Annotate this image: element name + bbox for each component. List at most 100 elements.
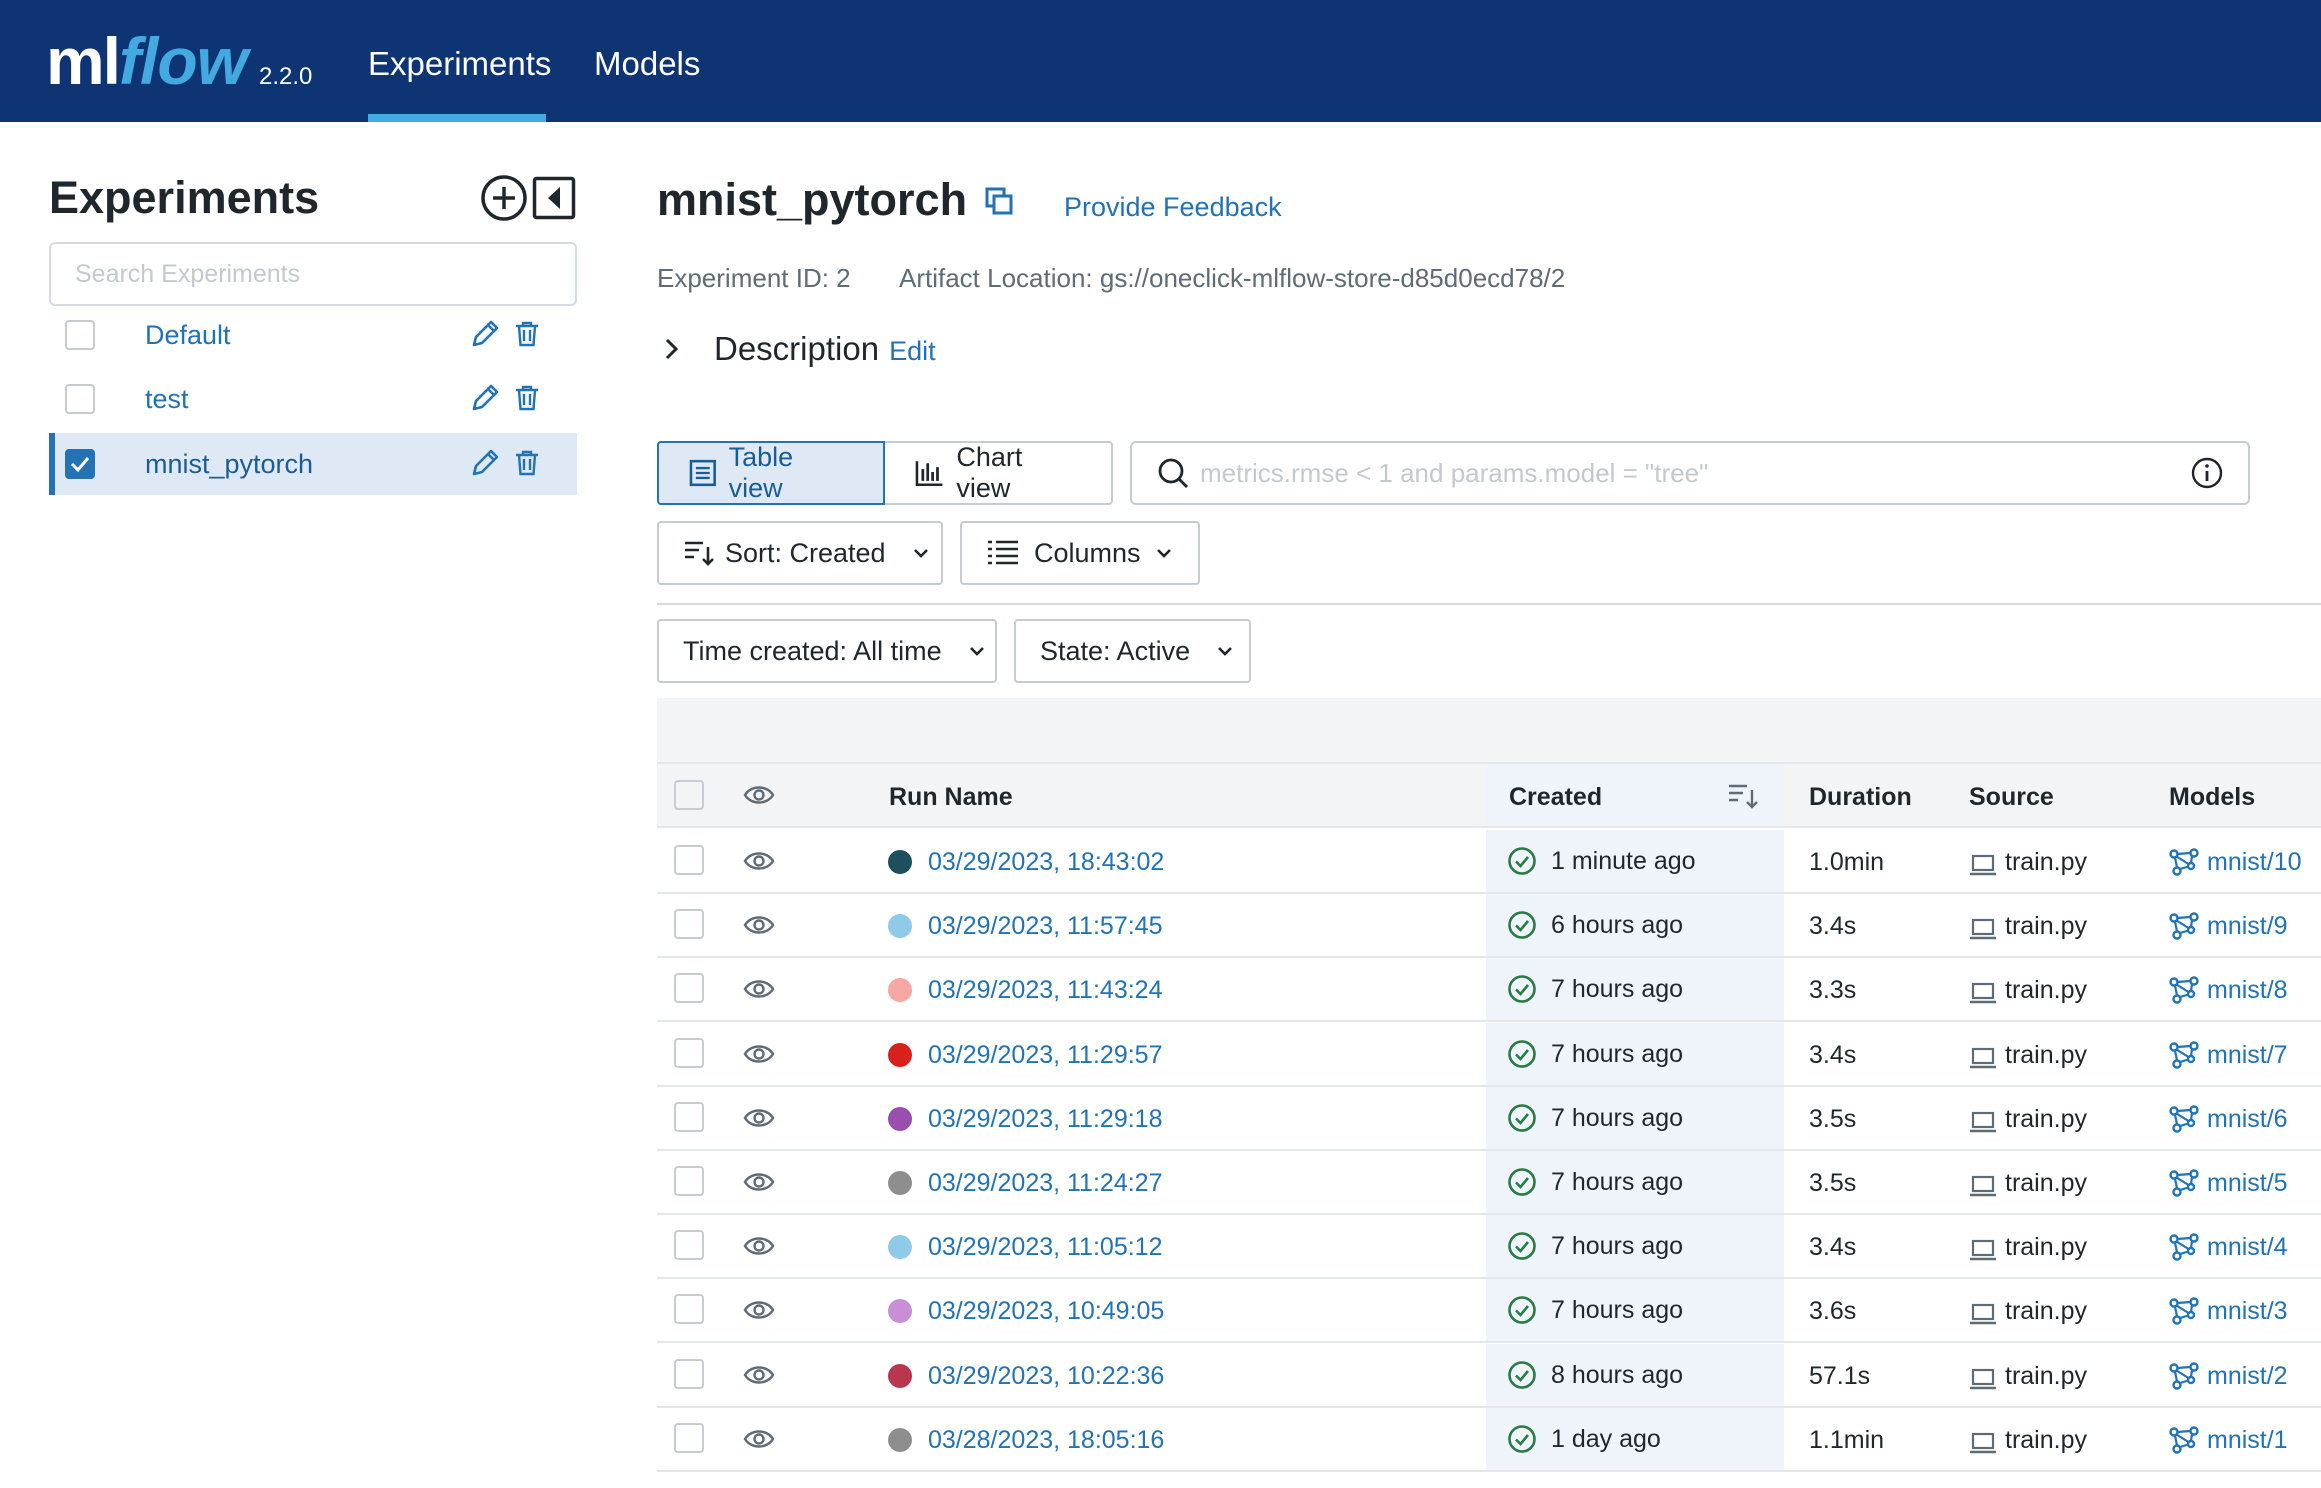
source-text[interactable]: train.py bbox=[2005, 1040, 2087, 1070]
chart-view-button[interactable]: Chart view bbox=[885, 441, 1113, 505]
table-row[interactable]: 03/29/2023, 10:49:05 7 hours ago 3.6s train… bbox=[657, 1279, 2321, 1344]
table-view-button[interactable]: Table view bbox=[657, 441, 885, 505]
info-icon[interactable] bbox=[2190, 456, 2224, 490]
column-header-source[interactable]: Source bbox=[1969, 782, 2054, 812]
trash-icon[interactable] bbox=[514, 449, 540, 477]
source-text[interactable]: train.py bbox=[2005, 911, 2087, 941]
source-text[interactable]: train.py bbox=[2005, 1168, 2087, 1198]
search-experiments-input[interactable] bbox=[49, 242, 577, 306]
source-text[interactable]: train.py bbox=[2005, 1104, 2087, 1134]
state-dropdown[interactable]: State: Active bbox=[1014, 619, 1251, 683]
run-name-link[interactable]: 03/29/2023, 10:49:05 bbox=[928, 1296, 1164, 1326]
source-text[interactable]: train.py bbox=[2005, 975, 2087, 1005]
model-link[interactable]: mnist/7 bbox=[2207, 1040, 2288, 1070]
column-header-duration[interactable]: Duration bbox=[1809, 782, 1912, 812]
source-text[interactable]: train.py bbox=[2005, 1425, 2087, 1455]
trash-icon[interactable] bbox=[514, 320, 540, 348]
experiment-item-default[interactable]: Default bbox=[49, 304, 577, 366]
model-link[interactable]: mnist/10 bbox=[2207, 847, 2301, 877]
column-header-created[interactable]: Created bbox=[1509, 782, 1602, 812]
model-link[interactable]: mnist/9 bbox=[2207, 911, 2288, 941]
trash-icon[interactable] bbox=[514, 384, 540, 412]
edit-pencil-icon[interactable] bbox=[469, 382, 501, 414]
edit-pencil-icon[interactable] bbox=[469, 447, 501, 479]
run-name-link[interactable]: 03/29/2023, 11:24:27 bbox=[928, 1168, 1162, 1198]
experiment-checkbox[interactable] bbox=[65, 320, 95, 350]
row-checkbox[interactable] bbox=[674, 1294, 704, 1325]
sort-descending-icon[interactable] bbox=[1727, 782, 1759, 815]
run-name-link[interactable]: 03/29/2023, 11:05:12 bbox=[928, 1232, 1162, 1262]
model-link[interactable]: mnist/4 bbox=[2207, 1232, 2288, 1262]
row-checkbox[interactable] bbox=[674, 1166, 704, 1196]
model-link[interactable]: mnist/6 bbox=[2207, 1104, 2288, 1134]
table-row[interactable]: 03/29/2023, 11:05:12 7 hours ago 3.4s train… bbox=[657, 1215, 2321, 1280]
run-name-link[interactable]: 03/28/2023, 18:05:16 bbox=[928, 1425, 1164, 1455]
row-checkbox[interactable] bbox=[674, 845, 704, 875]
row-checkbox[interactable] bbox=[674, 1037, 704, 1068]
table-row[interactable]: 03/29/2023, 18:43:02 1 minute ago 1.0min tr… bbox=[657, 830, 2321, 894]
eye-icon[interactable] bbox=[743, 976, 775, 1007]
eye-icon[interactable] bbox=[743, 912, 775, 943]
run-filter-input[interactable] bbox=[1190, 448, 2190, 498]
mlflow-logo[interactable]: ml flow 2.2.0 bbox=[46, 16, 312, 106]
column-header-run-name[interactable]: Run Name bbox=[889, 782, 1013, 812]
description-edit-link[interactable]: Edit bbox=[889, 336, 936, 367]
source-text[interactable]: train.py bbox=[2005, 1232, 2087, 1262]
row-checkbox[interactable] bbox=[674, 973, 704, 1004]
run-name-link[interactable]: 03/29/2023, 10:22:36 bbox=[928, 1361, 1164, 1391]
description-label[interactable]: Description bbox=[714, 330, 879, 368]
eye-icon[interactable] bbox=[743, 848, 775, 879]
chevron-right-icon[interactable] bbox=[664, 337, 680, 361]
model-link[interactable]: mnist/2 bbox=[2207, 1361, 2288, 1391]
experiment-item-mnist-pytorch[interactable]: mnist_pytorch bbox=[49, 433, 577, 495]
row-checkbox[interactable] bbox=[674, 1101, 704, 1132]
source-text[interactable]: train.py bbox=[2005, 1296, 2087, 1326]
time-created-dropdown[interactable]: Time created: All time bbox=[657, 619, 997, 683]
table-row[interactable]: 03/29/2023, 11:43:24 7 hours ago 3.3s train… bbox=[657, 958, 2321, 1023]
eye-icon[interactable] bbox=[743, 1233, 775, 1264]
nav-experiments[interactable]: Experiments bbox=[368, 44, 551, 84]
run-name-link[interactable]: 03/29/2023, 11:43:24 bbox=[928, 975, 1162, 1005]
row-checkbox[interactable] bbox=[674, 1358, 704, 1389]
table-row[interactable]: 03/28/2023, 18:05:16 1 day ago 1.1min train… bbox=[657, 1407, 2321, 1472]
table-row[interactable]: 03/29/2023, 10:22:36 8 hours ago 57.1s trai… bbox=[657, 1343, 2321, 1408]
collapse-sidebar-icon[interactable] bbox=[532, 176, 576, 220]
table-row[interactable]: 03/29/2023, 11:57:45 6 hours ago 3.4s train… bbox=[657, 894, 2321, 959]
sort-dropdown[interactable]: Sort: Created bbox=[657, 521, 943, 585]
experiment-name[interactable]: Default bbox=[145, 318, 231, 352]
provide-feedback-link[interactable]: Provide Feedback bbox=[1064, 190, 1282, 224]
copy-icon[interactable] bbox=[984, 186, 1014, 221]
model-link[interactable]: mnist/3 bbox=[2207, 1296, 2288, 1326]
eye-icon[interactable] bbox=[743, 1041, 775, 1072]
table-row[interactable]: 03/29/2023, 11:29:18 7 hours ago 3.5s train… bbox=[657, 1086, 2321, 1151]
eye-icon[interactable] bbox=[743, 1426, 775, 1457]
eye-icon[interactable] bbox=[743, 1362, 775, 1393]
experiment-checkbox[interactable] bbox=[65, 384, 95, 414]
experiment-checkbox[interactable] bbox=[65, 449, 95, 479]
experiment-item-test[interactable]: test bbox=[49, 368, 577, 430]
model-link[interactable]: mnist/8 bbox=[2207, 975, 2288, 1005]
model-link[interactable]: mnist/1 bbox=[2207, 1425, 2288, 1455]
run-name-link[interactable]: 03/29/2023, 11:29:57 bbox=[928, 1040, 1162, 1070]
eye-icon[interactable] bbox=[743, 1169, 775, 1200]
table-row[interactable]: 03/29/2023, 11:24:27 7 hours ago 3.5s train… bbox=[657, 1151, 2321, 1215]
select-all-checkbox[interactable] bbox=[674, 780, 704, 810]
source-text[interactable]: train.py bbox=[2005, 1361, 2087, 1391]
create-experiment-icon[interactable] bbox=[480, 174, 528, 222]
row-checkbox[interactable] bbox=[674, 1422, 704, 1453]
eye-icon[interactable] bbox=[743, 1105, 775, 1136]
column-header-models[interactable]: Models bbox=[2169, 782, 2255, 812]
eye-icon[interactable] bbox=[743, 782, 775, 813]
run-name-link[interactable]: 03/29/2023, 11:29:18 bbox=[928, 1104, 1162, 1134]
experiment-name[interactable]: mnist_pytorch bbox=[145, 447, 313, 481]
run-name-link[interactable]: 03/29/2023, 11:57:45 bbox=[928, 911, 1162, 941]
columns-dropdown[interactable]: Columns bbox=[960, 521, 1200, 585]
edit-pencil-icon[interactable] bbox=[469, 318, 501, 350]
run-name-link[interactable]: 03/29/2023, 18:43:02 bbox=[928, 847, 1164, 877]
model-link[interactable]: mnist/5 bbox=[2207, 1168, 2288, 1198]
row-checkbox[interactable] bbox=[674, 1230, 704, 1261]
row-checkbox[interactable] bbox=[674, 909, 704, 940]
table-row[interactable]: 03/29/2023, 11:29:57 7 hours ago 3.4s train… bbox=[657, 1022, 2321, 1087]
experiment-name[interactable]: test bbox=[145, 382, 189, 416]
source-text[interactable]: train.py bbox=[2005, 847, 2087, 877]
